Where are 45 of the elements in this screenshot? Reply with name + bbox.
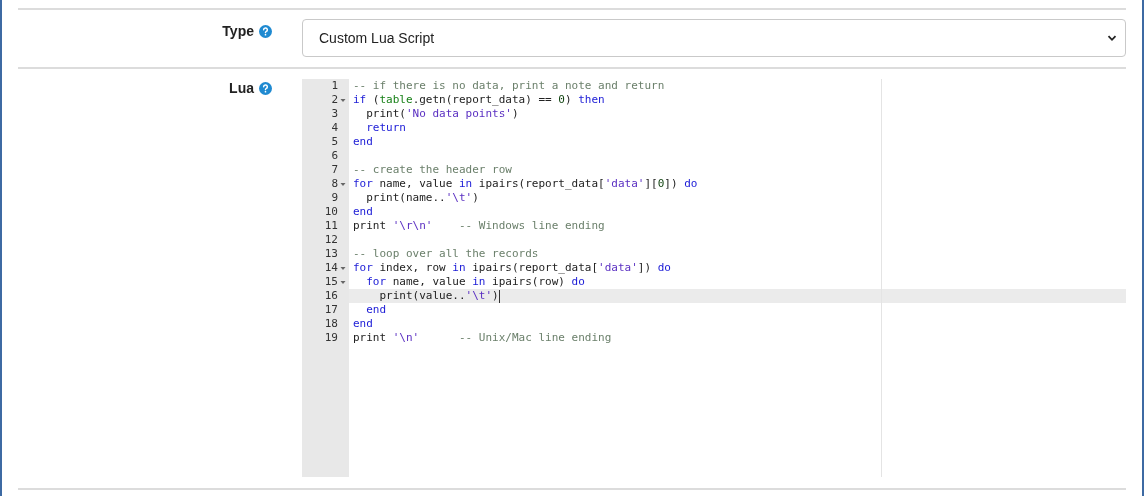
code-line: -- create the header row (353, 163, 512, 177)
text-cursor (498, 289, 500, 303)
line-number: 18 (324, 317, 338, 331)
line-number: 1 (331, 79, 338, 93)
chevron-down-icon (1107, 33, 1117, 43)
line-number: 15 (324, 275, 338, 289)
type-select[interactable]: Custom Lua Script (302, 19, 1126, 57)
field-label: Type (222, 22, 254, 40)
line-number: 17 (324, 303, 338, 317)
line-number: 11 (324, 219, 338, 233)
line-number: 5 (331, 135, 338, 149)
help-icon[interactable] (259, 82, 272, 95)
code-line: -- if there is no data, print a note and return (353, 79, 665, 93)
line-number: 13 (324, 247, 338, 261)
code-line: -- loop over all the records (353, 247, 539, 261)
code-line: print('No data points') (365, 107, 519, 121)
line-number: 10 (324, 205, 338, 219)
code-line: end (353, 317, 373, 331)
line-number: 2 (331, 93, 338, 107)
fold-arrow-icon[interactable] (339, 96, 347, 104)
field-label: Lua (229, 79, 254, 97)
code-line: print(name..'\t') (365, 191, 479, 205)
line-number: 16 (324, 289, 338, 303)
code-line: for name, value in ipairs(row) do (365, 275, 585, 289)
code-line: return (365, 121, 406, 135)
line-number: 7 (331, 163, 338, 177)
line-number: 4 (331, 121, 338, 135)
code-line: for name, value in ipairs(report_data['data'][0]) do (353, 177, 698, 191)
code-line: print(value..'\t') (378, 289, 499, 303)
code-line: for index, row in ipairs(report_data['data']) do (353, 261, 671, 275)
code-line: print '\r\n' -- Windows line ending (353, 219, 605, 233)
code-line: end (365, 303, 387, 317)
line-number: 9 (331, 191, 338, 205)
line-number: 19 (324, 331, 338, 345)
line-number: 14 (324, 261, 338, 275)
line-number: 6 (331, 149, 338, 163)
line-number: 8 (331, 177, 338, 191)
fold-arrow-icon[interactable] (339, 180, 347, 188)
help-icon[interactable] (259, 25, 272, 38)
code-line: end (353, 205, 373, 219)
code-line: print '\n' -- Unix/Mac line ending (353, 331, 612, 345)
code-line: end (353, 135, 373, 149)
code-line: if (table.getn(report_data) == 0) then (353, 93, 605, 107)
line-number: 12 (324, 233, 338, 247)
line-number: 3 (331, 107, 338, 121)
